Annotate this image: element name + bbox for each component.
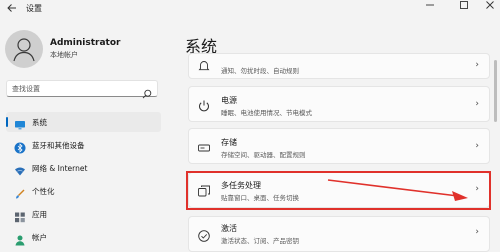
- network-icon: [14, 162, 26, 176]
- avatar[interactable]: [5, 30, 43, 68]
- sidebar-item-personalization[interactable]: 个性化: [6, 181, 161, 201]
- sidebar-item-label: 系统: [32, 118, 47, 127]
- power-card[interactable]: 电源 睡眠、电池使用情况、节电模式 ›: [188, 86, 490, 122]
- sidebar-item-bluetooth[interactable]: 蓝牙和其他设备: [6, 135, 161, 155]
- sidebar-item-apps[interactable]: 应用: [6, 204, 161, 224]
- card-subtitle: 激活状态、订阅、产品密钥: [221, 237, 299, 245]
- card-subtitle: 存储空间、驱动器、配置规则: [221, 151, 306, 159]
- activation-card[interactable]: 激活 激活状态、订阅、产品密钥 ›: [188, 216, 490, 252]
- sidebar-item-label: 应用: [32, 210, 47, 219]
- sidebar-item-system[interactable]: 系统: [6, 112, 161, 132]
- sidebar-item-network[interactable]: 网络 & Internet: [6, 158, 161, 178]
- activation-icon: [197, 228, 211, 242]
- chevron-right-icon: ›: [475, 141, 479, 151]
- search-box[interactable]: [6, 80, 158, 99]
- apps-icon: [14, 208, 26, 223]
- chevron-right-icon: ›: [475, 99, 479, 109]
- user-name: Administrator: [50, 38, 121, 48]
- close-icon[interactable]: [476, 0, 500, 16]
- search-icon[interactable]: [142, 84, 152, 99]
- sidebar-item-label: 蓝牙和其他设备: [32, 141, 85, 150]
- card-title: 电源: [221, 96, 237, 105]
- sidebar-item-account[interactable]: 帐户: [6, 227, 161, 247]
- brush-icon: [14, 185, 26, 199]
- active-indicator: [6, 117, 8, 127]
- sidebar-item-label: 个性化: [32, 187, 55, 196]
- power-icon: [197, 98, 211, 112]
- minimize-icon[interactable]: [416, 0, 444, 16]
- back-arrow-icon[interactable]: [6, 2, 20, 16]
- sidebar-item-label: 帐户: [32, 233, 47, 242]
- maximize-icon[interactable]: [450, 0, 478, 16]
- notifications-card[interactable]: 通知、勿扰时段、自动规则 ›: [188, 53, 490, 79]
- bluetooth-icon: [14, 139, 26, 154]
- card-title: 存储: [221, 138, 237, 147]
- card-title: 激活: [221, 224, 237, 233]
- chevron-right-icon: ›: [475, 60, 479, 70]
- window-title: 设置: [26, 4, 42, 13]
- card-subtitle: 睡眠、电池使用情况、节电模式: [221, 109, 312, 117]
- title-bar: 设置: [0, 0, 500, 18]
- card-subtitle: 通知、勿扰时段、自动规则: [221, 67, 299, 75]
- monitor-icon: [14, 116, 26, 130]
- storage-card[interactable]: 存储 存储空间、驱动器、配置规则 ›: [188, 128, 490, 164]
- account-icon: [14, 231, 26, 246]
- storage-icon: [197, 140, 211, 154]
- notification-icon: [197, 58, 211, 72]
- search-input[interactable]: [12, 82, 138, 95]
- scrollbar-thumb[interactable]: [494, 60, 497, 122]
- sidebar-item-label: 网络 & Internet: [32, 164, 88, 173]
- highlight-box: [186, 171, 491, 210]
- chevron-right-icon: ›: [475, 227, 479, 237]
- account-type: 本地帐户: [50, 51, 78, 59]
